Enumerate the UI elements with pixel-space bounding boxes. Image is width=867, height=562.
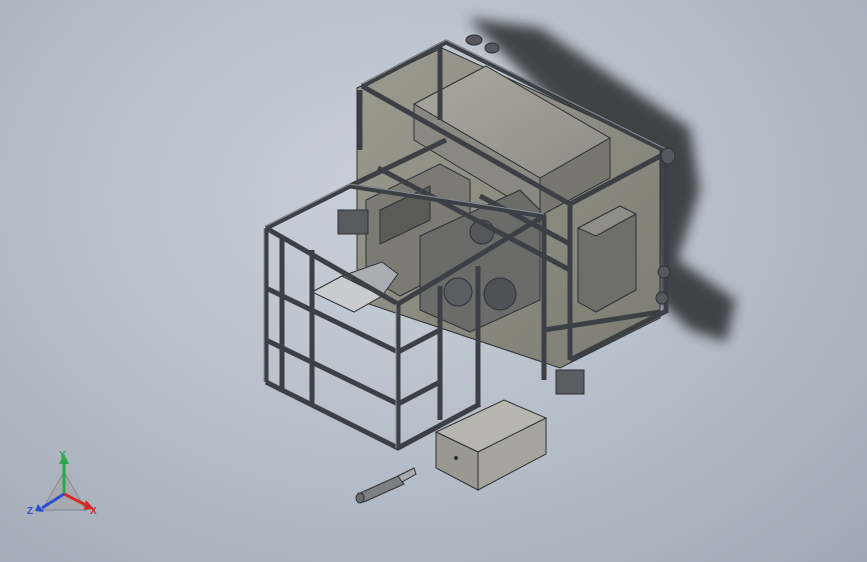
control-box xyxy=(434,399,548,491)
y-axis-label: Y xyxy=(59,450,66,461)
x-axis-label: X xyxy=(90,506,97,517)
z-axis-label: Z xyxy=(27,506,33,517)
shaft-part xyxy=(355,467,417,504)
graphics-viewport[interactable]: Y X Z xyxy=(0,0,867,562)
machine-assembly-model[interactable] xyxy=(0,0,867,562)
axis-triad: Y X Z xyxy=(24,448,104,524)
